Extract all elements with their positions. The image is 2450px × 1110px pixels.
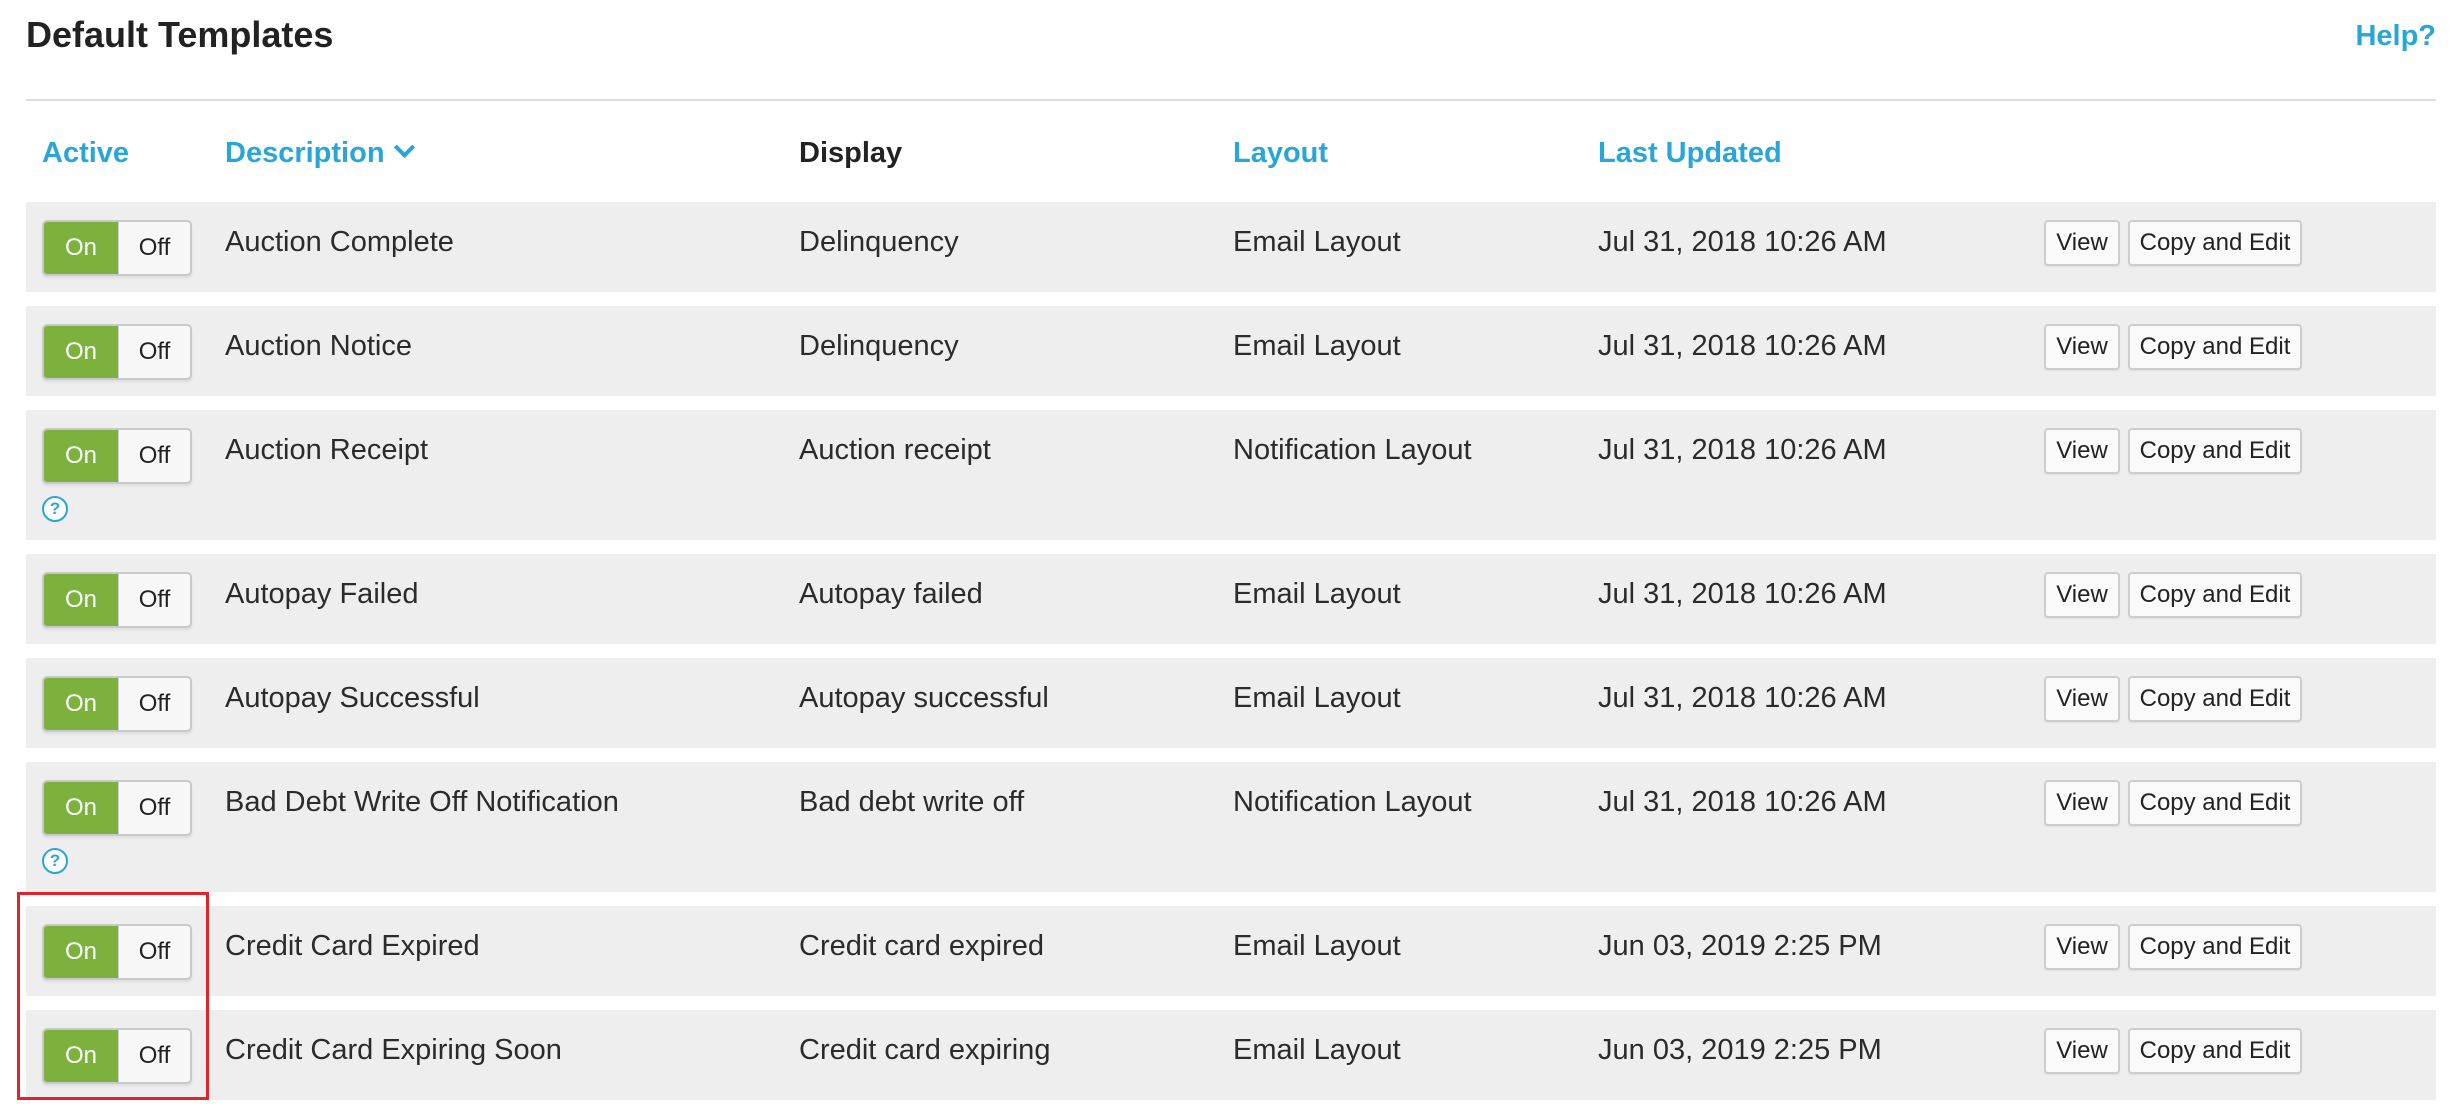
help-circle-icon[interactable]: ? — [42, 848, 68, 874]
toggle-on-button[interactable]: On — [44, 222, 118, 274]
copy-and-edit-button[interactable]: Copy and Edit — [2128, 676, 2302, 722]
page-title: Default Templates — [26, 14, 334, 55]
cell-description: Autopay Failed — [225, 578, 419, 610]
copy-and-edit-button[interactable]: Copy and Edit — [2128, 572, 2302, 618]
copy-and-edit-button[interactable]: Copy and Edit — [2128, 1028, 2302, 1074]
toggle-off-button[interactable]: Off — [118, 222, 190, 274]
view-button[interactable]: View — [2044, 572, 2120, 618]
toggle-on-button[interactable]: On — [44, 430, 118, 482]
table-header: Active Description Display Layout Last U… — [26, 130, 2436, 176]
cell-layout: Email Layout — [1233, 226, 1401, 258]
column-header-last-updated-label: Last Updated — [1598, 137, 1782, 169]
cell-last-updated: Jul 31, 2018 10:26 AM — [1598, 226, 1887, 258]
cell-description: Auction Complete — [225, 226, 454, 258]
copy-and-edit-button[interactable]: Copy and Edit — [2128, 780, 2302, 826]
view-button[interactable]: View — [2044, 428, 2120, 474]
table-row: On Off Credit Card Expired Credit card e… — [26, 906, 2436, 996]
cell-last-updated: Jun 03, 2019 2:25 PM — [1598, 1034, 1882, 1066]
cell-display: Credit card expiring — [799, 1034, 1051, 1066]
toggle-off-button[interactable]: Off — [118, 430, 190, 482]
column-header-display: Display — [799, 130, 902, 176]
cell-layout: Email Layout — [1233, 578, 1401, 610]
header-divider — [26, 99, 2436, 101]
view-button[interactable]: View — [2044, 324, 2120, 370]
cell-layout: Email Layout — [1233, 330, 1401, 362]
view-button[interactable]: View — [2044, 676, 2120, 722]
active-toggle[interactable]: On Off — [42, 428, 192, 484]
column-header-active[interactable]: Active — [42, 130, 129, 176]
cell-description: Auction Receipt — [225, 434, 429, 466]
table-row: On Off Autopay Successful Autopay succes… — [26, 658, 2436, 748]
view-button[interactable]: View — [2044, 924, 2120, 970]
cell-last-updated: Jul 31, 2018 10:26 AM — [1598, 330, 1887, 362]
cell-display: Auction receipt — [799, 434, 991, 466]
column-header-description[interactable]: Description — [225, 130, 415, 176]
cell-layout: Notification Layout — [1233, 434, 1472, 466]
help-link[interactable]: Help? — [2355, 20, 2436, 53]
toggle-off-button[interactable]: Off — [118, 678, 190, 730]
table-row: On Off ? Bad Debt Write Off Notification… — [26, 762, 2436, 892]
toggle-off-button[interactable]: Off — [118, 782, 190, 834]
table-row: On Off Auction Complete Delinquency Emai… — [26, 202, 2436, 292]
cell-description: Autopay Successful — [225, 682, 480, 714]
cell-description: Credit Card Expiring Soon — [225, 1034, 562, 1066]
cell-display: Autopay successful — [799, 682, 1049, 714]
column-header-layout-label: Layout — [1233, 137, 1329, 169]
cell-display: Bad debt write off — [799, 786, 1025, 818]
column-header-last-updated[interactable]: Last Updated — [1598, 130, 1782, 176]
toggle-on-button[interactable]: On — [44, 574, 118, 626]
toggle-off-button[interactable]: Off — [118, 926, 190, 978]
column-header-active-label: Active — [42, 137, 130, 169]
cell-description: Bad Debt Write Off Notification — [225, 786, 619, 818]
column-header-description-label: Description — [225, 137, 385, 169]
toggle-on-button[interactable]: On — [44, 1030, 118, 1082]
cell-layout: Email Layout — [1233, 930, 1401, 962]
cell-layout: Email Layout — [1233, 1034, 1401, 1066]
cell-last-updated: Jul 31, 2018 10:26 AM — [1598, 786, 1887, 818]
toggle-on-button[interactable]: On — [44, 926, 118, 978]
copy-and-edit-button[interactable]: Copy and Edit — [2128, 324, 2302, 370]
cell-last-updated: Jul 31, 2018 10:26 AM — [1598, 578, 1887, 610]
toggle-on-button[interactable]: On — [44, 782, 118, 834]
cell-layout: Notification Layout — [1233, 786, 1472, 818]
copy-and-edit-button[interactable]: Copy and Edit — [2128, 924, 2302, 970]
toggle-off-button[interactable]: Off — [118, 574, 190, 626]
active-toggle[interactable]: On Off — [42, 780, 192, 836]
column-header-layout[interactable]: Layout — [1233, 130, 1328, 176]
view-button[interactable]: View — [2044, 780, 2120, 826]
copy-and-edit-button[interactable]: Copy and Edit — [2128, 428, 2302, 474]
table-row: On Off Autopay Failed Autopay failed Ema… — [26, 554, 2436, 644]
cell-display: Autopay failed — [799, 578, 983, 610]
toggle-on-button[interactable]: On — [44, 678, 118, 730]
active-toggle[interactable]: On Off — [42, 676, 192, 732]
templates-page: Default Templates Help? Active Descripti… — [0, 0, 2450, 1110]
active-toggle[interactable]: On Off — [42, 220, 192, 276]
active-toggle[interactable]: On Off — [42, 572, 192, 628]
help-circle-icon[interactable]: ? — [42, 496, 68, 522]
cell-last-updated: Jul 31, 2018 10:26 AM — [1598, 682, 1887, 714]
view-button[interactable]: View — [2044, 1028, 2120, 1074]
chevron-down-icon — [393, 136, 415, 159]
cell-last-updated: Jun 03, 2019 2:25 PM — [1598, 930, 1882, 962]
active-toggle[interactable]: On Off — [42, 1028, 192, 1084]
active-toggle[interactable]: On Off — [42, 924, 192, 980]
view-button[interactable]: View — [2044, 220, 2120, 266]
cell-description: Auction Notice — [225, 330, 412, 362]
toggle-on-button[interactable]: On — [44, 326, 118, 378]
toggle-off-button[interactable]: Off — [118, 326, 190, 378]
copy-and-edit-button[interactable]: Copy and Edit — [2128, 220, 2302, 266]
active-toggle[interactable]: On Off — [42, 324, 192, 380]
table-row: On Off Credit Card Expiring Soon Credit … — [26, 1010, 2436, 1100]
cell-description: Credit Card Expired — [225, 930, 480, 962]
table-row: On Off ? Auction Receipt Auction receipt… — [26, 410, 2436, 540]
cell-display: Delinquency — [799, 330, 959, 362]
cell-display: Credit card expired — [799, 930, 1044, 962]
cell-last-updated: Jul 31, 2018 10:26 AM — [1598, 434, 1887, 466]
cell-display: Delinquency — [799, 226, 959, 258]
cell-layout: Email Layout — [1233, 682, 1401, 714]
table-row: On Off Auction Notice Delinquency Email … — [26, 306, 2436, 396]
toggle-off-button[interactable]: Off — [118, 1030, 190, 1082]
column-header-display-label: Display — [799, 137, 903, 169]
